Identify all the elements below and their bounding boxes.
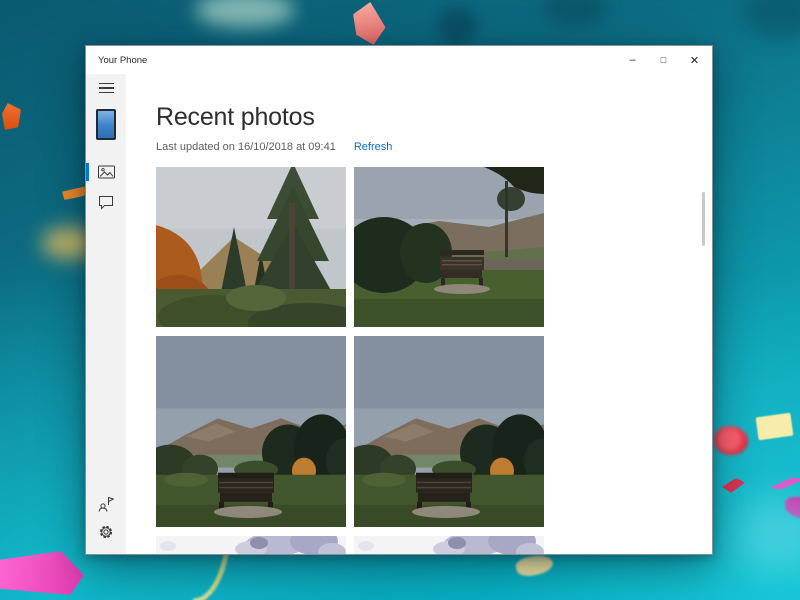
hamburger-icon (99, 83, 114, 94)
photo-thumbnail[interactable] (156, 167, 346, 327)
confetti-piece (349, 0, 389, 46)
confetti-piece (785, 497, 800, 518)
confetti-piece (742, 0, 800, 38)
close-icon: ✕ (690, 54, 699, 67)
feedback-button[interactable] (86, 490, 126, 518)
confetti-piece (2, 103, 21, 130)
main-content: Recent photos Last updated on 16/10/2018… (126, 74, 712, 554)
bench-mountain-photo-art (156, 336, 346, 527)
bright-sky-photo-art (354, 536, 544, 554)
confetti-piece (62, 186, 87, 200)
confetti-piece (770, 477, 800, 490)
confetti-piece (0, 551, 84, 595)
confetti-piece (714, 426, 748, 455)
minimize-button[interactable]: – (617, 46, 648, 74)
autumn-trees-photo-art (156, 167, 346, 327)
confetti-piece (195, 0, 295, 28)
messages-icon (98, 195, 114, 210)
sidebar-item-photos[interactable] (86, 158, 126, 186)
confetti-piece (733, 498, 800, 573)
bench-mountain-photo-art (354, 336, 544, 527)
maximize-icon: □ (661, 55, 666, 65)
confetti-piece (437, 8, 477, 44)
confetti-piece (514, 552, 554, 578)
scrollbar-thumb[interactable] (702, 192, 705, 246)
window-title: Your Phone (86, 55, 617, 66)
desktop-background: Your Phone – □ ✕ (0, 0, 800, 600)
close-button[interactable]: ✕ (679, 46, 710, 74)
titlebar[interactable]: Your Phone – □ ✕ (86, 46, 712, 74)
minimize-icon: – (629, 54, 635, 66)
window-controls: – □ ✕ (617, 46, 712, 74)
maximize-button[interactable]: □ (648, 46, 679, 74)
photo-thumbnail[interactable] (156, 536, 346, 554)
sidebar-item-messages[interactable] (86, 188, 126, 216)
photos-icon (98, 165, 115, 180)
bright-sky-photo-art (156, 536, 346, 554)
photo-thumbnail[interactable] (354, 536, 544, 554)
settings-button[interactable] (86, 518, 126, 546)
feedback-icon (98, 496, 114, 512)
photo-thumbnail[interactable] (156, 336, 346, 527)
photo-thumbnail[interactable] (354, 336, 544, 527)
confetti-piece (543, 0, 607, 26)
phone-screen-icon (96, 109, 116, 140)
page-title: Recent photos (156, 102, 712, 132)
your-phone-window: Your Phone – □ ✕ (85, 45, 713, 555)
photo-grid (156, 167, 712, 554)
refresh-link[interactable]: Refresh (354, 141, 393, 153)
menu-button[interactable] (86, 74, 126, 102)
sidebar (86, 74, 126, 554)
confetti-piece (722, 478, 745, 493)
gear-icon (98, 524, 114, 540)
bench-hillside-photo-art (354, 167, 544, 327)
confetti-piece (756, 413, 794, 441)
photo-thumbnail[interactable] (354, 167, 544, 327)
meta-row: Last updated on 16/10/2018 at 09:41 Refr… (156, 141, 712, 153)
sidebar-item-phone[interactable] (86, 104, 126, 144)
last-updated-text: Last updated on 16/10/2018 at 09:41 (156, 141, 336, 153)
